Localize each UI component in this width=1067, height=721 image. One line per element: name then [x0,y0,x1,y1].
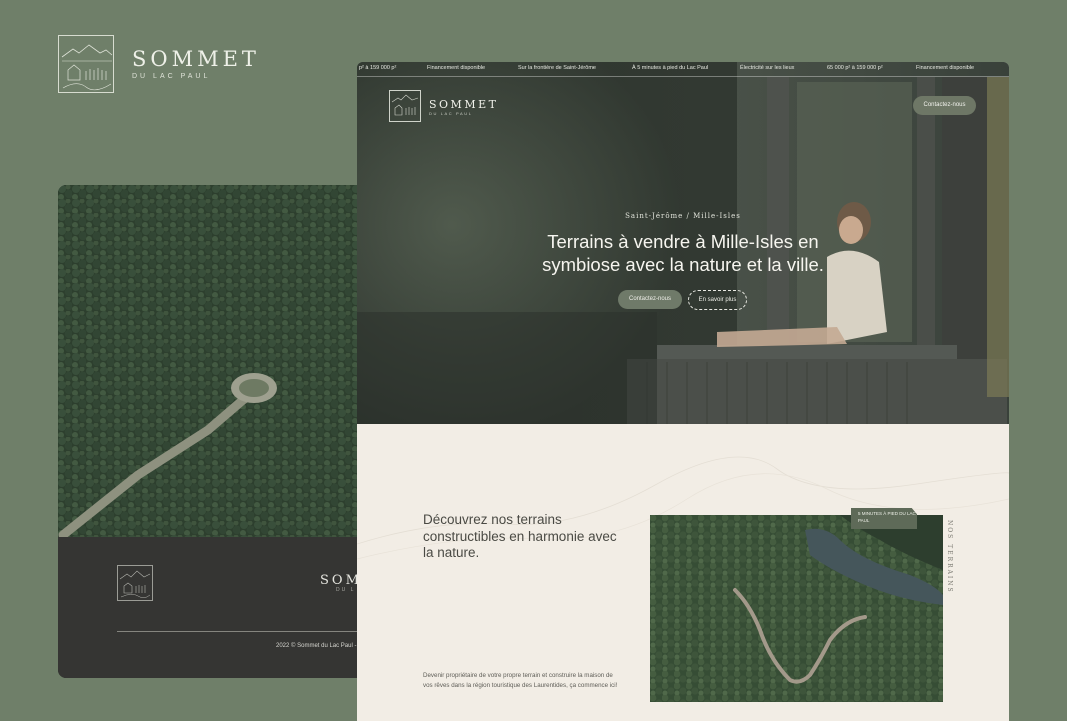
hero-contact-button[interactable]: Contactez-nous [618,290,682,309]
footer-copyright: 2022 © Sommet du Lac Paul - D [276,643,363,649]
hero-learn-more-button[interactable]: En savoir plus [688,290,747,310]
intro-body: Devenir propriétaire de votre propre ter… [423,672,618,689]
brand-name: SOMMET [132,47,260,71]
hero-kicker: Saint-Jérôme / Mille-Isles [625,212,741,220]
footer-divider [117,631,378,632]
footer-preview-card: SOMM DU L 2022 © Sommet du Lac Paul - D [58,185,378,678]
intro-title: Découvrez nos terrains constructibles en… [423,512,617,560]
hero-section: p² à 159 000 p² Financement disponible S… [357,62,1009,424]
ticker-item: Financement disponible [427,65,486,71]
ticker-item: À 5 minutes à pied du Lac Paul [632,65,709,71]
website-preview: p² à 159 000 p² Financement disponible S… [357,62,1009,721]
header-contact-button[interactable]: Contactez-nous [913,96,976,115]
header-brand-name[interactable]: SOMMET [429,98,498,111]
ticker-item: p² à 159 000 p² [359,65,397,71]
hero-title: Terrains à vendre à Mille-Isles en symbi… [542,231,824,275]
ticker-item: 65 000 p² à 159 000 p² [827,65,883,71]
footer-logo-icon [117,565,153,601]
header-brand-subtitle: DU LAC PAUL [429,111,473,116]
ticker-item: Sur la frontière de Saint-Jérôme [518,65,596,71]
ticker-item: Financement disponible [916,65,975,71]
location-badge: 5 MINUTES À PIED DU LAC PAUL [851,508,917,529]
footer-brand-subtitle: DU L [336,587,356,593]
brand: SOMMET DU LAC PAUL [58,35,260,93]
info-ticker: p² à 159 000 p² Financement disponible S… [357,62,1009,77]
brand-subtitle: DU LAC PAUL [132,73,211,80]
ticker-item: Électricité sur les lieux [740,65,795,71]
site-footer: SOMM DU L 2022 © Sommet du Lac Paul - D [58,537,378,678]
our-lots-side-label[interactable]: NOS TERRAINS [943,520,953,594]
mountain-logo-icon [58,35,114,93]
aerial-lake-photo [650,515,943,702]
header-logo-icon[interactable] [389,90,421,122]
aerial-forest-photo [58,185,378,540]
